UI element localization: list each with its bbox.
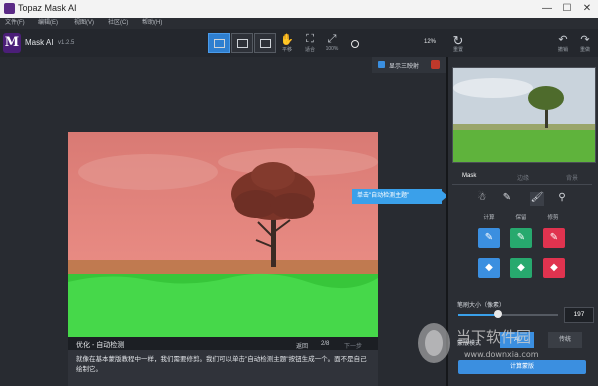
bug-report-icon[interactable] [431,60,440,69]
svg-text:当下软件园: 当下软件园 [456,328,531,346]
tutorial-page: 2/8 [321,341,330,347]
app-name: Mask AI [25,38,54,47]
menu-bar: 文件(F) 编辑(E) 视图(V) 社区(C) 帮助(H) [0,18,598,29]
brush-size-fill [458,314,498,316]
brush-size-label: 笔刷大小（像素） [457,303,506,309]
redo-label: 重做 [579,47,590,53]
brush-size-knob[interactable] [494,310,502,318]
menu-file[interactable]: 文件(F) [5,18,25,29]
redo-icon[interactable]: ↷ [577,33,593,46]
brush-preview-icon [351,40,359,48]
tab-edge[interactable]: 边缘 [517,173,529,182]
tab-background[interactable]: 背景 [566,173,578,182]
single-view-button[interactable] [208,33,230,53]
undo-label: 撤销 [557,47,568,53]
section-cut-label: 修剪 [547,215,559,221]
svg-text:www.downxia.com: www.downxia.com [464,350,539,359]
zoom-100-label: 100% [325,46,339,52]
toolbar [0,29,598,58]
menu-edit[interactable]: 编辑(E) [38,18,58,29]
undo-icon[interactable]: ↶ [555,33,571,46]
app-version: v1.2.5 [58,40,75,46]
navigator-thumbnail[interactable] [452,67,596,163]
fit-label: 适合 [304,47,315,53]
cut-fill-button[interactable]: ◆ [543,258,565,278]
cut-brush-button[interactable]: ✎ [543,228,565,248]
menu-help[interactable]: 帮助(H) [142,18,162,29]
app-logo: M [3,33,21,53]
fit-icon[interactable]: ⛶ [302,33,318,46]
tab-mask[interactable]: Mask [462,173,476,179]
zoom-value[interactable]: 12% [424,39,436,45]
maximize-button[interactable]: ☐ [560,2,574,16]
split-view-icon [237,39,248,48]
auto-detect-tooltip: 单击"自动检测主题" [352,189,448,204]
tutorial-back-button[interactable]: 返回 [296,341,308,350]
window-title: Topaz Mask AI [18,3,77,13]
single-view-icon [214,39,225,48]
tutorial-text: 就像在基本蒙版教程中一样，我们需要修剪。我们可以单击"自动检测主题"按钮生成一个… [76,356,367,373]
section-keep-label: 保留 [515,215,527,221]
pan-label: 平移 [281,47,292,53]
menu-community[interactable]: 社区(C) [108,18,128,29]
app-icon [4,3,15,14]
compute-fill-button[interactable]: ◆ [478,258,500,278]
close-button[interactable]: ✕ [580,2,594,16]
reset-label: 重置 [452,47,463,53]
compute-brush-button[interactable]: ✎ [478,228,500,248]
eyedropper-icon[interactable]: ⚲ [555,192,569,206]
title-bar: Topaz Mask AI — ☐ ✕ [0,0,598,18]
person-icon[interactable]: ☃ [475,192,489,206]
tab-divider [452,184,592,185]
tutorial-next-button[interactable]: 下一步 [344,341,362,350]
thumbnail-image [453,68,595,162]
section-compute-label: 计算 [483,215,495,221]
keep-fill-button[interactable]: ◆ [510,258,532,278]
show-triple-label: 显示三映射 [389,64,420,70]
photo-canvas [68,132,378,337]
keep-brush-button[interactable]: ✎ [510,228,532,248]
masked-photo[interactable] [68,132,378,337]
watermark: 当下软件园 www.downxia.com [412,318,582,368]
brush-icon[interactable]: 🖌 [530,192,544,206]
tutorial-title: 优化 - 自动检测 [76,342,125,349]
show-triple-checkbox[interactable] [378,61,385,68]
minimize-button[interactable]: — [540,2,554,16]
brush-set-icon[interactable]: ✎ [500,192,514,206]
zoom-100-icon[interactable]: ⤢ [324,33,340,46]
side-by-side-view-button[interactable] [254,33,276,53]
watermark-logo: 当下软件园 www.downxia.com [418,323,539,363]
split-view-button[interactable] [231,33,253,53]
side-by-side-icon [260,39,271,48]
hand-icon[interactable]: ✋ [279,33,295,46]
menu-view[interactable]: 视图(V) [74,18,94,29]
